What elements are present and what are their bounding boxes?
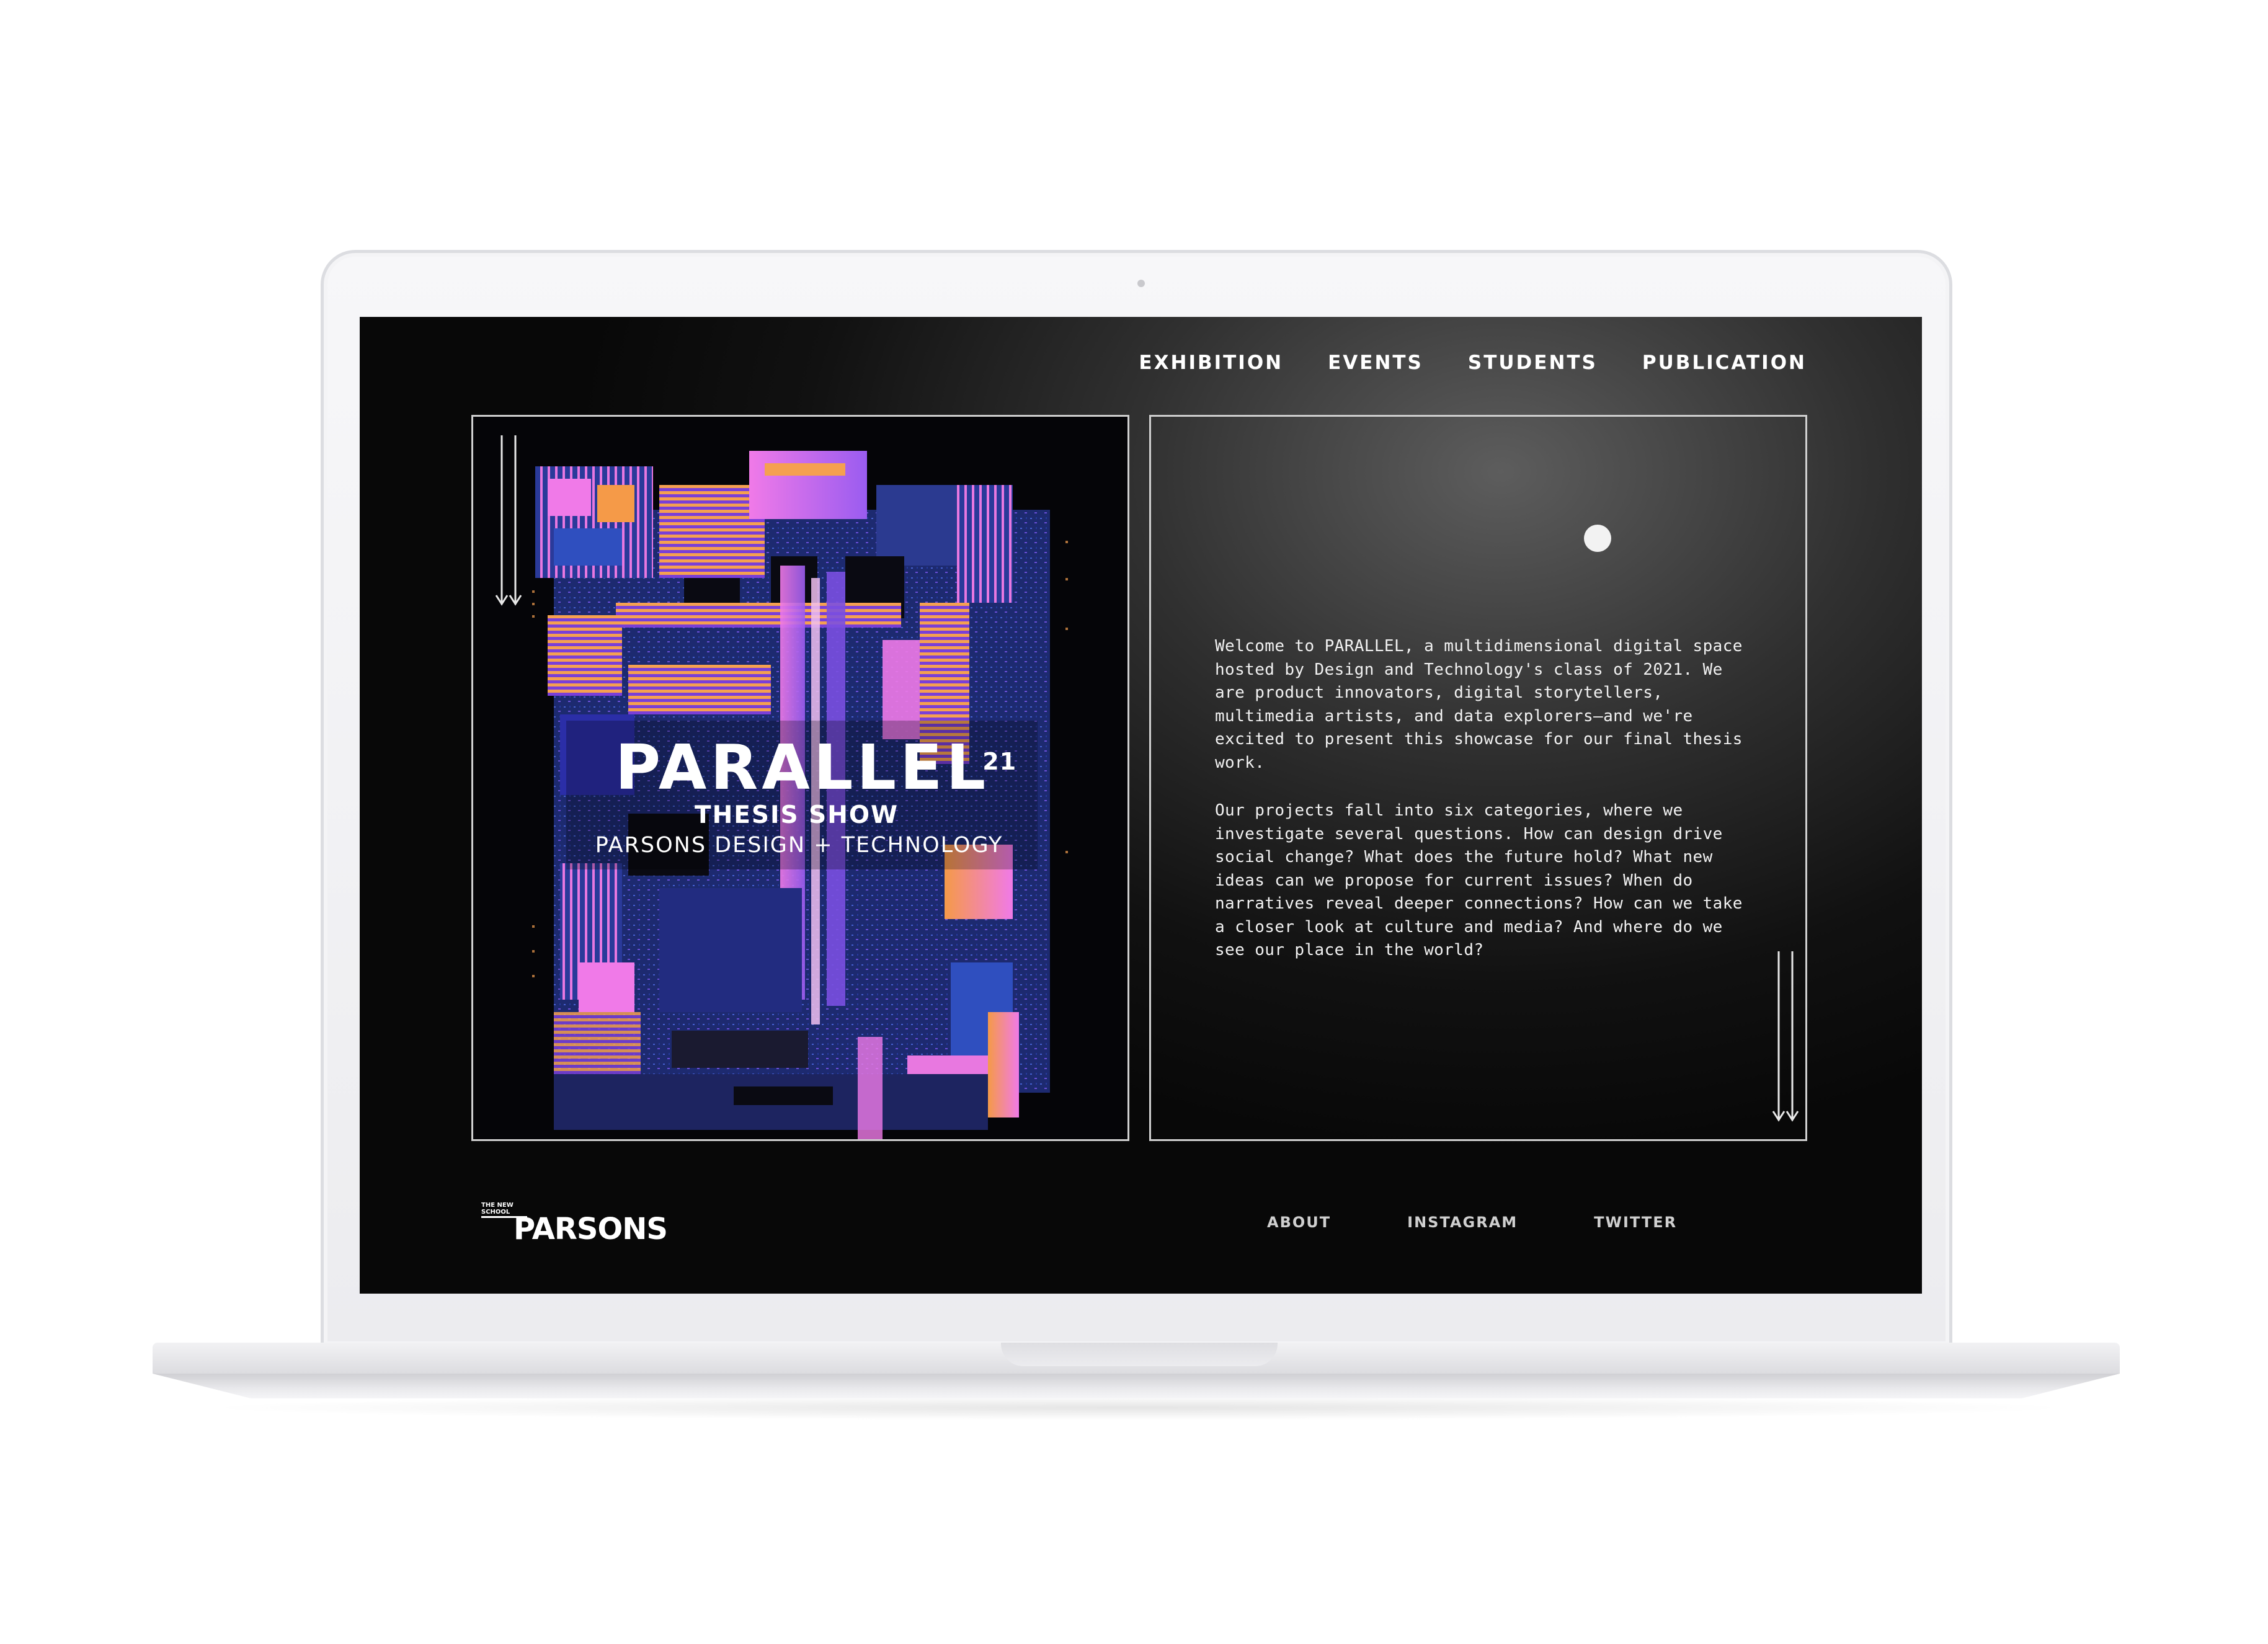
poster-panel: PARALLEL 21 THESIS SHOW PARSONS DESIGN +… — [471, 415, 1129, 1141]
double-down-arrow-icon — [495, 435, 522, 606]
nav-item-exhibition[interactable]: EXHIBITION — [1139, 352, 1283, 374]
laptop-shadow — [198, 1395, 2078, 1420]
poster-title: PARALLEL 21 — [615, 737, 1016, 799]
poster-department: PARSONS DESIGN + TECHNOLOGY — [595, 833, 1003, 858]
double-down-arrow-icon[interactable] — [1771, 951, 1802, 1125]
nav-item-events[interactable]: EVENTS — [1328, 352, 1423, 374]
main-nav: EXHIBITION EVENTS STUDENTS PUBLICATION — [1139, 352, 1807, 374]
footer-link-about[interactable]: ABOUT — [1267, 1214, 1331, 1231]
footer-link-twitter[interactable]: TWITTER — [1594, 1214, 1677, 1231]
cursor-dot — [1584, 525, 1611, 552]
footer-links: ABOUT INSTAGRAM TWITTER — [1267, 1214, 1677, 1231]
footer-link-instagram[interactable]: INSTAGRAM — [1407, 1214, 1518, 1231]
parsons-logo[interactable]: THE NEW SCHOOL PARSONS — [481, 1202, 668, 1246]
nav-item-publication[interactable]: PUBLICATION — [1642, 352, 1807, 374]
laptop-screen: EXHIBITION EVENTS STUDENTS PUBLICATION P… — [360, 317, 1922, 1294]
intro-paragraph-2: Our projects fall into six categories, w… — [1215, 801, 1743, 959]
laptop-base-lip — [153, 1374, 2120, 1398]
intro-text: Welcome to PARALLEL, a multidimensional … — [1215, 635, 1761, 987]
intro-paragraph-1: Welcome to PARALLEL, a multidimensional … — [1215, 637, 1743, 772]
poster-superscript: 21 — [982, 748, 1017, 775]
poster-title-block: PARALLEL 21 THESIS SHOW PARSONS DESIGN +… — [473, 737, 1127, 858]
nav-item-students[interactable]: STUDENTS — [1468, 352, 1598, 374]
logo-big-text: PARSONS — [514, 1212, 668, 1246]
poster-subtitle: THESIS SHOW — [694, 801, 899, 829]
intro-panel: Welcome to PARALLEL, a multidimensional … — [1149, 415, 1807, 1141]
camera-icon — [1137, 280, 1145, 287]
laptop-notch — [1001, 1343, 1278, 1366]
poster-title-text: PARALLEL — [615, 731, 990, 804]
